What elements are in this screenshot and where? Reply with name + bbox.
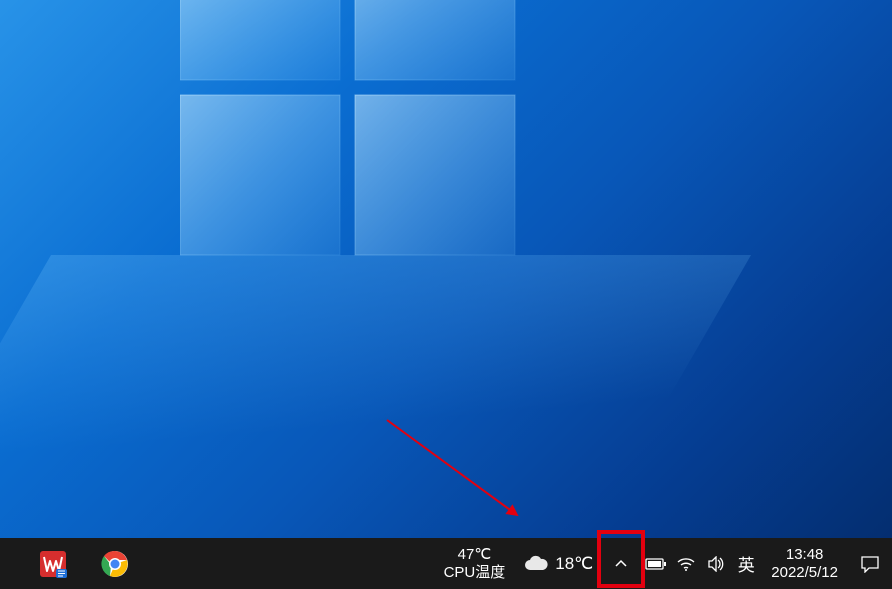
action-center-button[interactable]: [848, 538, 892, 589]
taskbar-app-wps[interactable]: [22, 538, 84, 589]
cpu-temperature-widget[interactable]: 47℃ CPU温度: [434, 538, 516, 589]
wifi-icon: [676, 556, 696, 572]
wifi-indicator[interactable]: [671, 538, 701, 589]
weather-widget[interactable]: 18℃: [515, 538, 601, 589]
volume-indicator[interactable]: [701, 538, 731, 589]
ime-indicator[interactable]: 英: [731, 538, 761, 589]
windows-logo-wallpaper: [180, 0, 530, 270]
clock-date: 2022/5/12: [771, 564, 838, 581]
clock-widget[interactable]: 13:48 2022/5/12: [761, 538, 848, 589]
notification-icon: [860, 555, 880, 573]
cpu-temp-label: CPU温度: [444, 564, 506, 581]
wallpaper-light-beam: [0, 255, 751, 538]
wps-icon: [38, 549, 68, 579]
taskbar-app-chrome[interactable]: [84, 538, 146, 589]
battery-indicator[interactable]: [641, 538, 671, 589]
desktop-wallpaper[interactable]: [0, 0, 892, 538]
speaker-icon: [707, 556, 725, 572]
taskbar: 47℃ CPU温度 18℃: [0, 538, 892, 589]
chevron-up-icon: [614, 557, 628, 571]
chrome-icon: [100, 549, 130, 579]
cloud-icon: [523, 554, 549, 574]
cpu-temp-value: 47℃: [458, 546, 492, 563]
clock-time: 13:48: [786, 546, 824, 563]
weather-temp: 18℃: [555, 554, 593, 574]
battery-icon: [645, 557, 667, 571]
ime-label: 英: [738, 551, 755, 576]
system-tray-overflow-button[interactable]: [601, 538, 641, 589]
